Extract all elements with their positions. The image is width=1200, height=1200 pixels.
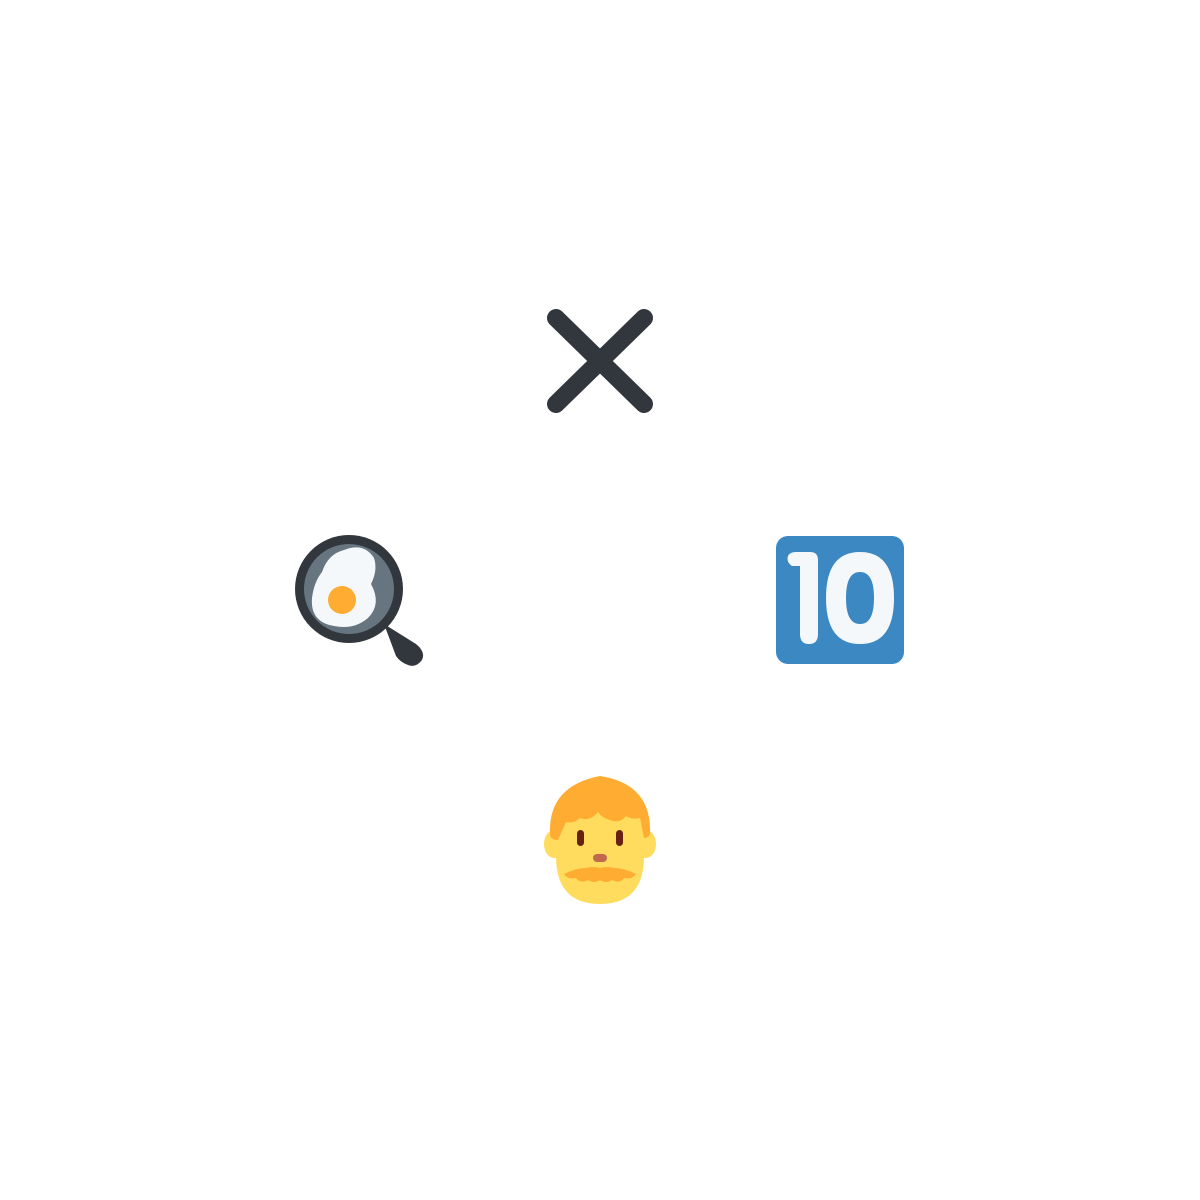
frying-pan-egg-icon	[288, 528, 432, 672]
man-beard-face-icon	[536, 772, 664, 908]
keycap-ten-icon	[776, 536, 904, 664]
multiplication-x-icon	[536, 296, 664, 424]
emoji-canvas	[0, 0, 1200, 1200]
